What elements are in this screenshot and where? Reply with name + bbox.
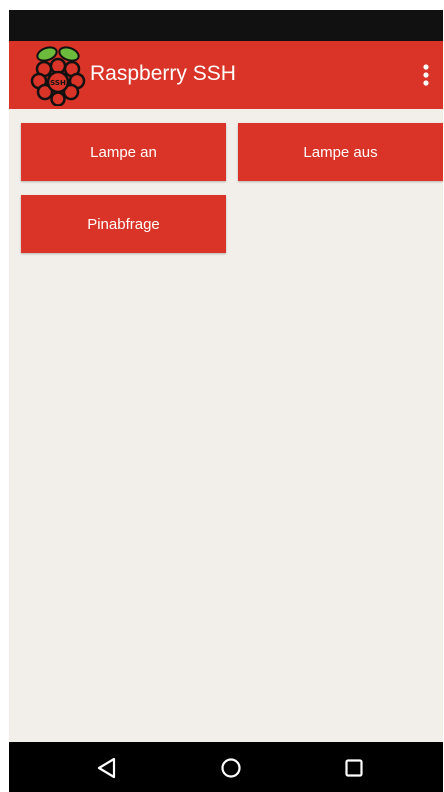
recents-button[interactable]	[341, 755, 367, 781]
overflow-menu-button[interactable]	[409, 55, 443, 95]
raspberry-logo-icon: SSH	[29, 46, 87, 107]
logo-ssh-text: SSH	[50, 79, 66, 87]
lampe-aus-button[interactable]: Lampe aus	[238, 123, 443, 181]
app-bar: SSH Raspberry SSH	[9, 41, 443, 109]
app-title: Raspberry SSH	[90, 62, 236, 85]
recents-square-icon	[345, 759, 363, 777]
status-bar	[9, 10, 443, 41]
back-button[interactable]	[94, 755, 120, 781]
navigation-bar	[9, 742, 443, 792]
phone-screen: SSH Raspberry SSH Lampe an Lampe aus Pin…	[9, 10, 443, 792]
back-triangle-icon	[97, 757, 116, 779]
home-button[interactable]	[218, 755, 244, 781]
lampe-an-button[interactable]: Lampe an	[21, 123, 226, 181]
main-content: Lampe an Lampe aus Pinabfrage	[9, 109, 443, 742]
pinabfrage-button[interactable]: Pinabfrage	[21, 195, 226, 253]
more-vert-icon	[423, 64, 429, 86]
home-circle-icon	[221, 758, 241, 778]
